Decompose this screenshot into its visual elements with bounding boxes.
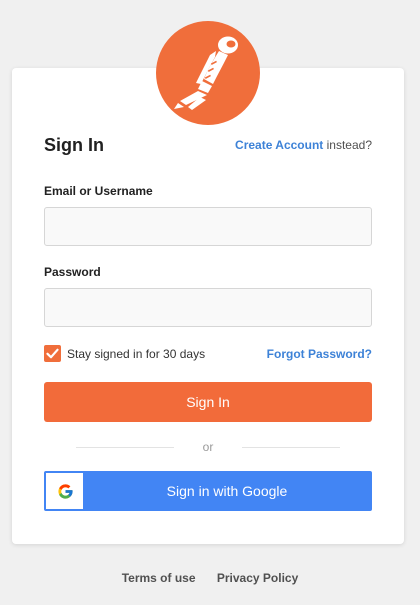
create-account-link[interactable]: Create Account bbox=[235, 138, 323, 152]
privacy-policy-link[interactable]: Privacy Policy bbox=[217, 571, 298, 585]
email-label: Email or Username bbox=[44, 184, 153, 198]
checkmark-icon bbox=[46, 348, 59, 359]
create-account-suffix: instead? bbox=[323, 138, 372, 152]
password-label: Password bbox=[44, 265, 101, 279]
google-icon-container bbox=[46, 473, 83, 509]
or-divider: or bbox=[76, 440, 340, 454]
forgot-password-link[interactable]: Forgot Password? bbox=[267, 347, 372, 361]
divider-line-right bbox=[242, 447, 340, 448]
password-field[interactable] bbox=[44, 288, 372, 327]
remember-checkbox[interactable] bbox=[44, 345, 61, 362]
postman-astronaut-icon bbox=[174, 36, 238, 110]
postman-logo bbox=[156, 21, 260, 125]
terms-of-use-link[interactable]: Terms of use bbox=[122, 571, 196, 585]
remember-row: Stay signed in for 30 days Forgot Passwo… bbox=[44, 344, 372, 364]
google-sign-in-button[interactable]: Sign in with Google bbox=[44, 471, 372, 511]
footer-links: Terms of use Privacy Policy bbox=[0, 571, 420, 585]
google-icon bbox=[58, 484, 73, 499]
remember-label: Stay signed in for 30 days bbox=[67, 347, 206, 361]
page-title: Sign In bbox=[44, 135, 104, 155]
email-field[interactable] bbox=[44, 207, 372, 246]
signin-card: Sign In Create Account instead? Email or… bbox=[12, 68, 404, 544]
create-account-prompt: Create Account instead? bbox=[235, 138, 372, 152]
signin-header: Sign In Create Account instead? bbox=[44, 134, 372, 158]
google-sign-in-label: Sign in with Google bbox=[166, 483, 288, 499]
sign-in-button[interactable]: Sign In bbox=[44, 382, 372, 422]
